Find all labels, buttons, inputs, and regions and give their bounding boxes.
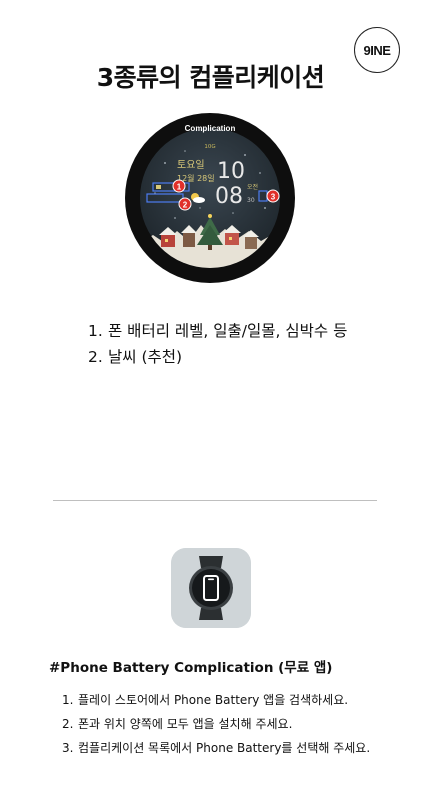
list-item: 2. 폰과 위치 양쪽에 모두 앱을 설치해 주세요. — [62, 717, 293, 731]
phone-watch-icon — [171, 548, 251, 628]
watch-day: 토요일 — [177, 159, 205, 171]
instruction-list: 1. 플레이 스토어에서 Phone Battery 앱을 검색하세요. 2. 폰과… — [62, 688, 370, 760]
watch-ampm: 오전 — [247, 183, 258, 191]
watch-face-preview: Complication 10G 토요일 12월 28일 10 08 오전 30… — [125, 113, 295, 283]
watch-minute: 08 — [215, 184, 243, 209]
list-item: 3. 컴플리케이션 목록에서 Phone Battery를 선택해 주세요. — [62, 741, 371, 755]
svg-text:2: 2 — [183, 201, 188, 210]
list-item: 1. 플레이 스토어에서 Phone Battery 앱을 검색하세요. — [62, 693, 349, 707]
watch-hour: 10 — [217, 159, 245, 184]
watch-seconds: 30 — [247, 197, 255, 204]
page-title: 3종류의 컴플리케이션 — [96, 63, 325, 92]
complication-label: Complication — [185, 124, 236, 133]
list-item: 1. 폰 배터리 레벨, 일출/일몰, 심박수 등 — [88, 322, 348, 340]
list-item: 2. 날씨 (추천) — [88, 348, 183, 366]
section-title: #Phone Battery Complication (무료 앱) — [49, 660, 333, 676]
svg-text:3: 3 — [271, 193, 276, 202]
divider — [53, 500, 377, 501]
feature-list: 1. 폰 배터리 레벨, 일출/일몰, 심박수 등 2. 날씨 (추천) — [88, 318, 347, 370]
svg-text:1: 1 — [177, 183, 182, 192]
top-complication: 10G — [204, 144, 215, 150]
